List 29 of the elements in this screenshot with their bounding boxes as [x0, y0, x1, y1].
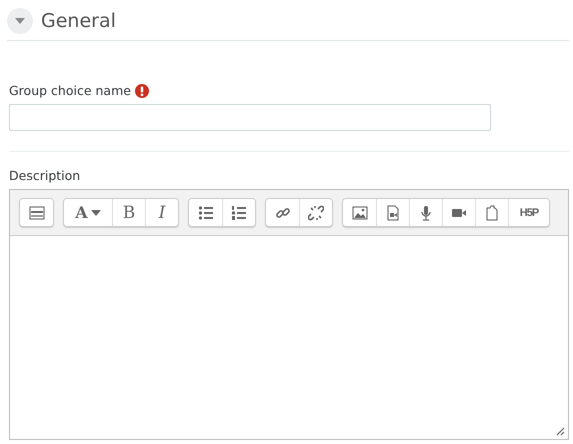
fontcolor-button[interactable]: A	[64, 199, 112, 226]
image-icon	[352, 204, 368, 220]
collapse-toggle[interactable]	[7, 8, 33, 34]
file-icon	[484, 204, 500, 220]
files-button[interactable]	[475, 199, 508, 226]
bullets-button[interactable]	[189, 199, 222, 226]
name-input-field[interactable]	[9, 104, 491, 131]
media-file-icon	[385, 204, 401, 220]
field-label: Description	[9, 168, 82, 183]
caret-icon	[15, 18, 25, 24]
bold-button[interactable]: B	[112, 199, 145, 226]
unlink-button[interactable]	[299, 199, 332, 226]
h5p-button[interactable]: H5P	[508, 199, 549, 226]
toolbar-toggle-icon	[28, 204, 44, 220]
numbered-list-icon	[231, 204, 247, 220]
italic-button[interactable]: I	[145, 199, 178, 226]
mic-button[interactable]	[409, 199, 442, 226]
caret-icon	[90, 210, 101, 216]
field-label: Group choice name	[9, 83, 131, 98]
link-button[interactable]	[266, 199, 299, 226]
resize-handle-icon[interactable]	[556, 427, 565, 436]
bullet-list-icon	[198, 204, 214, 220]
media-button[interactable]	[376, 199, 409, 226]
image-button[interactable]	[343, 199, 376, 226]
toggle-button[interactable]	[20, 199, 53, 226]
unlink-icon	[308, 204, 324, 220]
video-button[interactable]	[442, 199, 475, 226]
numbers-button[interactable]	[222, 199, 255, 226]
section-title: General	[41, 10, 116, 32]
